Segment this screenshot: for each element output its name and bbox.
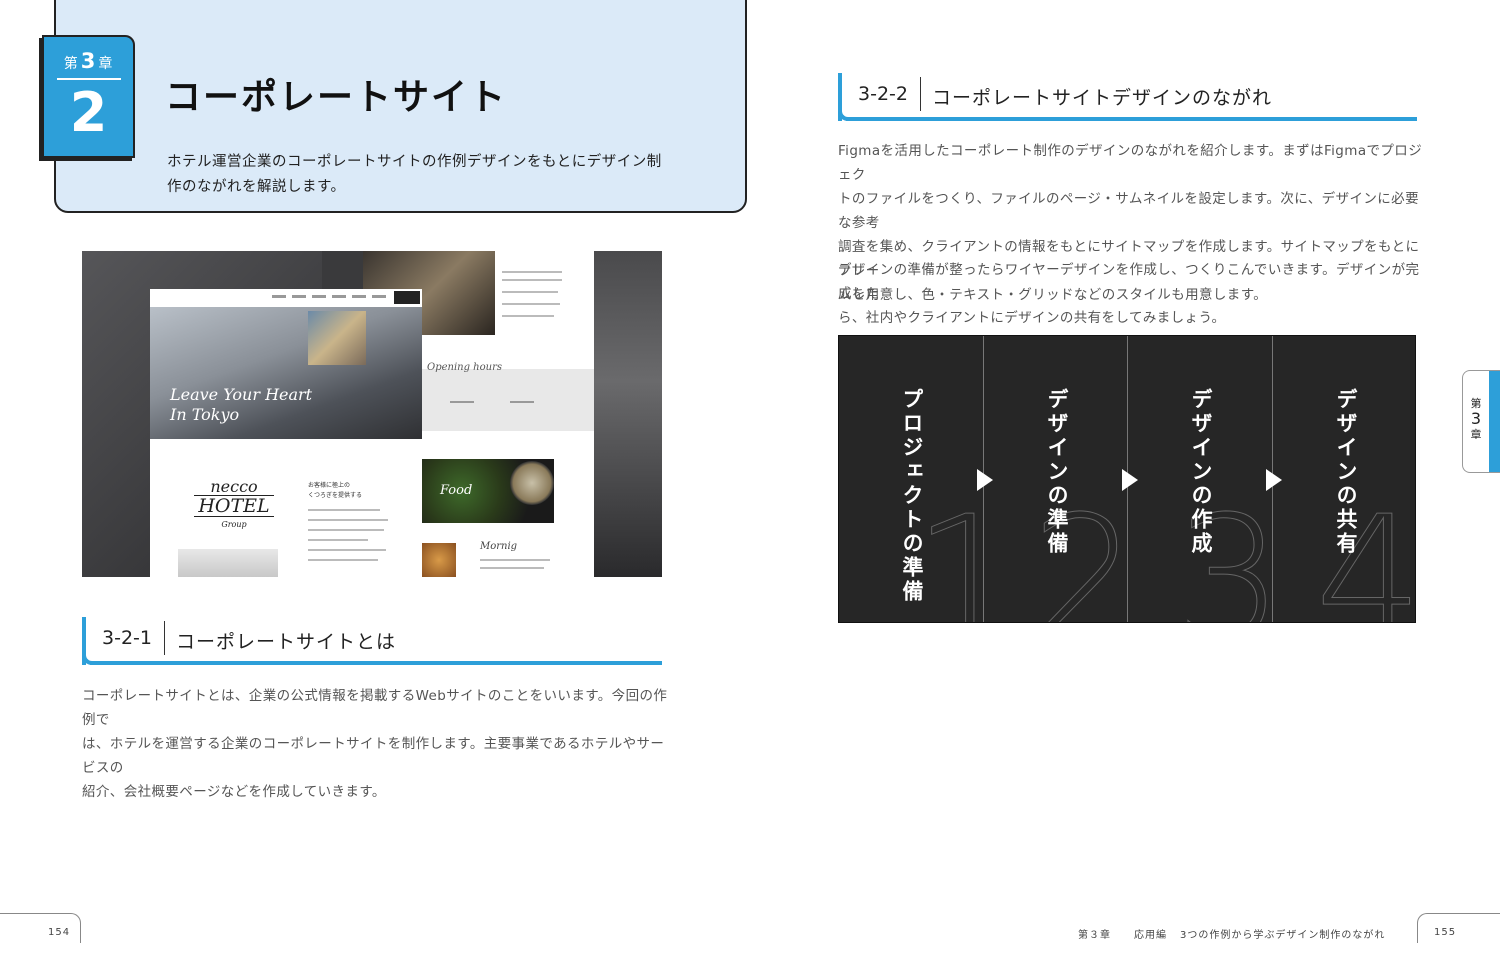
opening-hours-label: Opening hours bbox=[427, 362, 502, 373]
section-number: 3-2-1 bbox=[102, 627, 152, 649]
section-title: コーポレートサイトデザインのながれ bbox=[932, 87, 1273, 109]
arrow-right-icon bbox=[1266, 469, 1282, 491]
chapter-badge: 第3 章 2 bbox=[42, 35, 135, 158]
chapter-badge-rule bbox=[56, 78, 121, 80]
bowl-photo bbox=[510, 461, 554, 505]
section1-paragraph: コーポレートサイトとは、企業の公式情報を掲載するWebサイトのことをいいます。今… bbox=[82, 688, 668, 800]
food-label: Food bbox=[440, 483, 473, 498]
mockup-right-room bbox=[594, 251, 662, 577]
footer-running-title: 3つの作例から学ぶデザイン制作のながれ bbox=[1180, 930, 1386, 941]
flow-step-label: デザインの準備 bbox=[1045, 388, 1069, 556]
opening-hours-panel bbox=[422, 369, 594, 431]
section-heading-3-2-2: 3-2-2 コーポレートサイトデザインのながれ bbox=[838, 73, 1417, 121]
flow-step-number: 1 bbox=[912, 480, 1022, 623]
mockup-jp-heading: お客様に極上の くつろぎを提供する bbox=[308, 482, 363, 499]
arrow-right-icon bbox=[977, 469, 993, 491]
page-number-right: 155 bbox=[1434, 927, 1457, 938]
hero-artwork bbox=[308, 311, 366, 365]
mockup-nav-button bbox=[394, 291, 420, 304]
necco-hotel-logo: necco HOTEL Group bbox=[194, 479, 274, 529]
design-flow-diagram: 1 2 3 4 プロジェクトの準備 デザインの準備 デザインの作成 デザインの共… bbox=[838, 335, 1416, 623]
section-number: 3-2-2 bbox=[858, 83, 908, 105]
section-number: 2 bbox=[69, 81, 108, 144]
mockup-lower-photo bbox=[178, 549, 278, 577]
flow-step-label: プロジェクトの準備 bbox=[900, 388, 924, 604]
flow-step-label: デザインの共有 bbox=[1334, 388, 1358, 556]
page-number-left: 154 bbox=[48, 927, 71, 938]
section-title: コーポレートサイトとは bbox=[176, 631, 397, 653]
section2-paragraph-2: デザインの準備が整ったらワイヤーデザインを作成し、つくりこんでいきます。デザイン… bbox=[838, 262, 1420, 326]
mockup-nav bbox=[150, 289, 422, 308]
bread-photo bbox=[422, 543, 456, 577]
footer-corner-right bbox=[1417, 913, 1500, 943]
mornig-label: Mornig bbox=[480, 541, 518, 552]
chapter-label: 第3 章 bbox=[63, 49, 114, 73]
hero-text: Leave Your Heart In Tokyo bbox=[170, 385, 313, 424]
arrow-right-icon bbox=[1122, 469, 1138, 491]
footer-chapter: 第３章 bbox=[1078, 930, 1111, 941]
footer-section: 応用編 bbox=[1134, 930, 1167, 941]
website-mockup-image: Opening hours Food Mornig Leave Your Hea… bbox=[82, 251, 662, 577]
section-heading-3-2-1: 3-2-1 コーポレートサイトとは bbox=[82, 617, 662, 665]
side-chapter-tab: 第 3 章 bbox=[1462, 370, 1500, 473]
page-title: コーポレートサイト bbox=[165, 77, 508, 118]
flow-step-label: デザインの作成 bbox=[1189, 388, 1213, 556]
chapter-description: ホテル運営企業のコーポレートサイトの作例デザインをもとにデザイン制 作のながれを… bbox=[167, 154, 662, 195]
